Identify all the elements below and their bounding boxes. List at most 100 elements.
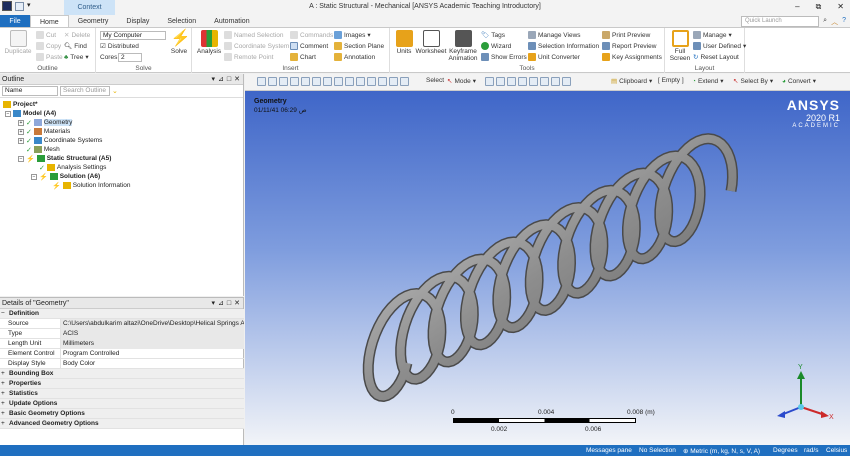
tree-item-solution-information[interactable]: ⚡ Solution Information [52, 181, 131, 190]
filter-type-select[interactable]: Name [2, 86, 58, 96]
tree-button[interactable]: ♣ Tree ▾ [64, 53, 89, 62]
named-selection-button[interactable]: Named Selection [224, 31, 284, 39]
fit-icon[interactable] [334, 77, 343, 86]
unit-converter-button[interactable]: Unit Converter [528, 53, 580, 61]
chart-button[interactable]: Chart [290, 53, 316, 61]
tree-item-coordinate-systems[interactable]: + ✓ Coordinate Systems [18, 136, 102, 145]
section-plane-button[interactable]: Section Plane [334, 42, 384, 50]
tab-home[interactable]: Home [30, 15, 69, 27]
show-errors-button[interactable]: Show Errors [481, 53, 527, 61]
coordinate-system-button[interactable]: Coordinate System [224, 42, 289, 50]
details-section-statistics[interactable]: + Statistics [0, 389, 244, 399]
axis-triad[interactable]: Y Z X [775, 361, 835, 421]
autohide-icon[interactable]: ⊿ [218, 74, 224, 85]
tree-item-static-structural[interactable]: − ⚡ Static Structural (A5) [18, 154, 111, 163]
maximize-icon[interactable]: □ [227, 298, 231, 309]
expand-icon[interactable]: + [1, 419, 5, 429]
details-section-basic-geometry-options[interactable]: + Basic Geometry Options [0, 409, 244, 419]
quick-launch-input[interactable]: Quick Launch [741, 16, 819, 27]
pin-icon[interactable]: ▾ [212, 298, 216, 309]
tab-file[interactable]: File [0, 15, 30, 27]
help-icon[interactable]: ? [842, 17, 846, 27]
tags-button[interactable]: 🏷︎ Tags [481, 31, 505, 40]
distributed-checkbox[interactable]: ☑ Distributed [100, 42, 139, 51]
autohide-icon[interactable]: ⊿ [218, 298, 224, 309]
temperature-unit-status[interactable]: Celsius [826, 447, 847, 454]
element-filter-icon[interactable] [540, 77, 549, 86]
convert-dropdown[interactable]: ◕ Convert ▾ [782, 77, 816, 86]
full-screen-button[interactable]: Full Screen [668, 30, 692, 62]
units-button[interactable]: Units [393, 30, 415, 55]
tree-item-mesh[interactable]: ✓ Mesh [26, 145, 60, 154]
pan-icon[interactable] [279, 77, 288, 86]
selection-information-button[interactable]: Selection Information [528, 42, 599, 50]
collapse-icon[interactable]: − [18, 155, 24, 162]
details-section-update-options[interactable]: + Update Options [0, 399, 244, 409]
mode-dropdown[interactable]: ↖ Mode ▾ [447, 77, 476, 86]
manage-views-button[interactable]: Manage Views [528, 31, 581, 39]
analysis-button[interactable]: Analysis [196, 30, 222, 55]
zoom-out-icon[interactable] [268, 77, 277, 86]
tab-automation[interactable]: Automation [205, 15, 258, 27]
vertex-filter-icon[interactable] [485, 77, 494, 86]
tree-item-analysis-settings[interactable]: ✓ Analysis Settings [39, 163, 106, 172]
wizard-button[interactable]: Wizard [481, 42, 511, 50]
expand-icon[interactable]: + [18, 137, 24, 144]
maximize-icon[interactable]: □ [227, 74, 231, 85]
rotate-icon[interactable] [323, 77, 332, 86]
isometric-view-icon[interactable] [400, 77, 409, 86]
search-outline-input[interactable]: Search Outline [60, 86, 110, 96]
mesh-filter-icon[interactable] [562, 77, 571, 86]
duplicate-button[interactable]: Duplicate [4, 30, 32, 55]
keyframe-animation-button[interactable]: Keyframe Animation [448, 30, 478, 62]
expand-icon[interactable]: + [1, 369, 5, 379]
images-button[interactable]: Images ▾ [334, 31, 371, 39]
element-face-filter-icon[interactable] [551, 77, 560, 86]
clipboard-dropdown[interactable]: ▤ Clipboard ▾ [611, 77, 652, 86]
tab-display[interactable]: Display [117, 15, 158, 27]
zoom-icon[interactable] [257, 77, 266, 86]
solve-target-select[interactable]: My Computer [100, 31, 166, 40]
next-view-icon[interactable] [389, 77, 398, 86]
details-row-element-control[interactable]: Element Control Program Controlled [0, 349, 244, 359]
expand-icon[interactable]: + [18, 119, 24, 126]
select-by-dropdown[interactable]: ↖ Select By ▾ [733, 77, 773, 86]
remote-point-button[interactable]: Remote Point [224, 53, 273, 61]
tree-item-model[interactable]: − Model (A4) [5, 109, 56, 118]
expand-icon[interactable]: + [1, 389, 5, 399]
paste-button[interactable]: Paste [36, 53, 63, 61]
details-row-source[interactable]: Source C:\Users\abdulkarim altazi\OneDriv… [0, 319, 244, 329]
zoom-fit-icon[interactable] [356, 77, 365, 86]
search-icon[interactable]: ⌕ [823, 17, 827, 27]
tab-selection[interactable]: Selection [158, 15, 205, 27]
cores-input[interactable]: 2 [118, 53, 142, 62]
details-section-definition[interactable]: − Definition [0, 309, 244, 319]
expand-icon[interactable]: + [18, 128, 24, 135]
copy-button[interactable]: Copy [36, 42, 61, 50]
filter-icon[interactable]: ⌄ [112, 87, 118, 95]
select-dropdown[interactable]: Select [426, 77, 444, 84]
delete-button[interactable]: ✕ Delete [64, 31, 90, 40]
expand-icon[interactable]: + [1, 399, 5, 409]
details-row-length-unit[interactable]: Length Unit Millimeters [0, 339, 244, 349]
unit-system-status[interactable]: ⊕ Metric (m, kg, N, s, V, A) [683, 447, 760, 455]
tree-item-geometry[interactable]: + ✓ Geometry [18, 118, 73, 127]
view-cube-icon[interactable] [301, 77, 310, 86]
commands-button[interactable]: Commands [290, 31, 333, 39]
expand-icon[interactable]: + [1, 379, 5, 389]
tree-item-project[interactable]: Project* [3, 100, 38, 109]
graphics-viewport[interactable]: Geometry 01/11/41 06:29 ص ANSYS 2020 R1 … [245, 91, 850, 445]
helical-spring-model[interactable] [245, 91, 850, 445]
close-button[interactable]: ✕ [837, 2, 844, 12]
find-button[interactable]: 🔍︎ Find [64, 42, 87, 51]
details-section-properties[interactable]: + Properties [0, 379, 244, 389]
angle-unit-status[interactable]: Degrees [773, 447, 798, 454]
details-row-type[interactable]: Type ACIS [0, 329, 244, 339]
expand-icon[interactable]: + [1, 409, 5, 419]
messages-pane-status[interactable]: Messages pane [586, 447, 632, 454]
details-section-advanced-geometry-options[interactable]: + Advanced Geometry Options [0, 419, 244, 429]
user-defined-layout-button[interactable]: User Defined ▾ [693, 42, 746, 50]
close-icon[interactable]: ✕ [234, 298, 240, 309]
collapse-icon[interactable]: − [31, 173, 37, 180]
body-filter-icon[interactable] [518, 77, 527, 86]
